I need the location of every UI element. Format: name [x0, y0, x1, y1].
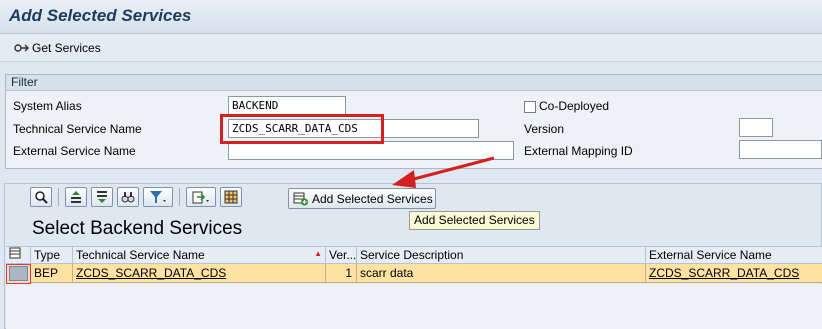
column-header-type[interactable]: Type	[31, 247, 73, 264]
magnifier-icon	[35, 191, 48, 204]
get-services-button[interactable]: Get Services	[13, 41, 101, 55]
cell-type: BEP	[31, 264, 73, 282]
select-all-cell[interactable]	[6, 247, 31, 264]
alv-toolbar	[30, 186, 242, 208]
filter-button[interactable]	[143, 187, 173, 207]
title-bar: Add Selected Services	[0, 0, 822, 34]
filter-icon	[150, 191, 166, 203]
binoculars-icon	[121, 192, 135, 203]
cell-technical-service-name-link[interactable]: ZCDS_SCARR_DATA_CDS	[73, 264, 326, 282]
table-row[interactable]: BEP ZCDS_SCARR_DATA_CDS 1 scarr data ZCD…	[6, 264, 822, 283]
version-label: Version	[524, 122, 565, 136]
grid-header: Type Technical Service Name ▲ Ver... Ser…	[6, 246, 822, 264]
version-input[interactable]	[739, 118, 773, 137]
external-service-name-label: External Service Name	[13, 144, 136, 158]
sort-indicator-icon: ▲	[314, 249, 322, 258]
row-selector-button[interactable]	[9, 266, 28, 281]
external-mapping-id-input[interactable]	[739, 140, 822, 159]
table-layout-icon	[224, 190, 238, 204]
column-header-label: Technical Service Name	[76, 248, 205, 262]
toolbar-separator	[179, 188, 180, 206]
column-header-service-description[interactable]: Service Description	[357, 247, 646, 264]
details-button[interactable]	[30, 187, 52, 207]
sort-descending-button[interactable]	[91, 187, 113, 207]
highlight-box	[220, 114, 384, 144]
external-mapping-id-label: External Mapping ID	[524, 144, 633, 158]
select-all-icon	[9, 247, 21, 259]
application-toolbar: Get Services	[0, 34, 822, 62]
window-title: Add Selected Services	[9, 6, 192, 25]
filter-header: Filter	[6, 75, 822, 91]
export-button[interactable]	[186, 187, 216, 207]
find-button[interactable]	[117, 187, 139, 207]
grid-empty-area	[6, 284, 822, 329]
co-deployed-checkbox[interactable]	[524, 101, 536, 113]
sort-ascending-button[interactable]	[65, 187, 87, 207]
sort-ascending-icon	[71, 191, 81, 203]
alv-title: Select Backend Services	[32, 218, 243, 239]
get-services-label: Get Services	[32, 41, 101, 55]
toolbar-separator	[58, 188, 59, 206]
cell-service-description: scarr data	[357, 264, 646, 282]
add-services-icon	[293, 192, 308, 205]
cell-version: 1	[326, 264, 357, 282]
export-icon	[192, 191, 209, 204]
layout-button[interactable]	[220, 187, 242, 207]
system-alias-input[interactable]: BACKEND	[228, 96, 346, 115]
cell-external-service-name-link[interactable]: ZCDS_SCARR_DATA_CDS	[646, 264, 822, 282]
column-header-technical-service-name[interactable]: Technical Service Name ▲	[73, 247, 326, 264]
add-selected-services-tooltip: Add Selected Services	[409, 211, 540, 230]
column-header-external-service-name[interactable]: External Service Name	[646, 247, 822, 264]
technical-service-name-label: Technical Service Name	[13, 122, 142, 136]
column-header-version[interactable]: Ver...	[326, 247, 357, 264]
sort-descending-icon	[97, 191, 107, 203]
get-services-icon	[14, 44, 29, 52]
annotation-arrow	[392, 156, 495, 188]
system-alias-label: System Alias	[13, 99, 82, 113]
co-deployed-label: Co-Deployed	[539, 99, 610, 113]
